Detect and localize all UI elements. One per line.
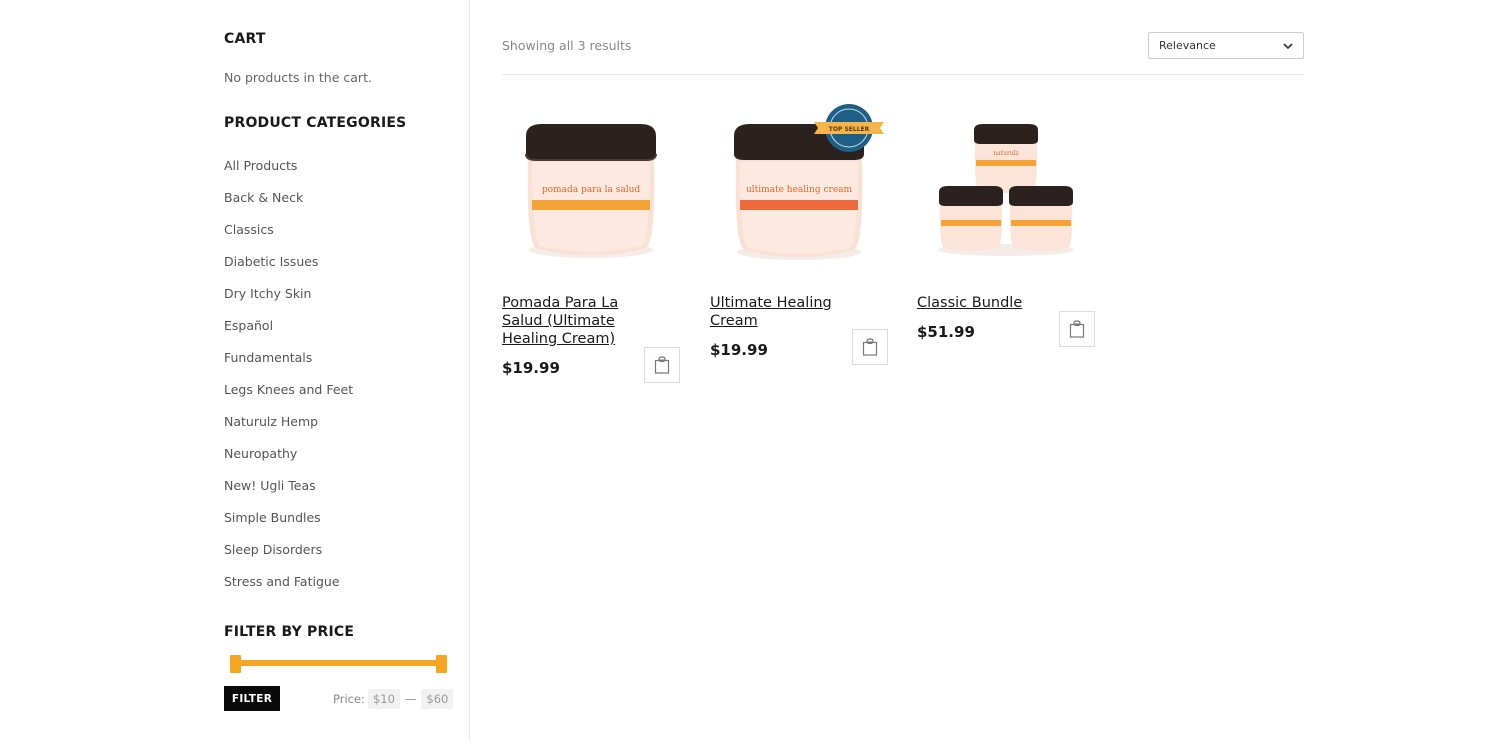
product-price: $19.99: [710, 341, 768, 359]
product-card: naturulz Classic Bundle $51.99: [917, 100, 1095, 347]
category-link-classics[interactable]: Classics: [224, 222, 274, 237]
product-card: ultimate healing cream TOP SELLER Ultima…: [710, 100, 888, 365]
category-item: New! Ugli Teas: [224, 478, 353, 510]
shopping-bag-icon: [862, 338, 878, 356]
category-link-stress-fatigue[interactable]: Stress and Fatigue: [224, 574, 340, 589]
category-link-back-neck[interactable]: Back & Neck: [224, 190, 303, 205]
jar-label-text: naturulz: [993, 150, 1019, 157]
category-item: Simple Bundles: [224, 510, 353, 542]
sort-select[interactable]: Relevance: [1148, 32, 1304, 59]
cart-empty-message: No products in the cart.: [224, 70, 372, 85]
product-listing: Showing all 3 results Relevance pomada p…: [502, 0, 1304, 740]
category-item: Classics: [224, 222, 353, 254]
category-link-ugli-teas[interactable]: New! Ugli Teas: [224, 478, 316, 493]
product-title[interactable]: Ultimate Healing Cream: [710, 294, 850, 330]
price-range-dash: —: [404, 691, 417, 706]
sort-selected-value: Relevance: [1159, 39, 1216, 52]
category-link-legs-knees-feet[interactable]: Legs Knees and Feet: [224, 382, 353, 397]
filter-button[interactable]: FILTER: [224, 686, 280, 711]
product-title[interactable]: Pomada Para La Salud (Ultimate Healing C…: [502, 294, 642, 348]
sidebar: CART No products in the cart. PRODUCT CA…: [224, 0, 469, 740]
category-item: Stress and Fatigue: [224, 574, 353, 606]
product-image[interactable]: ultimate healing cream TOP SELLER: [710, 100, 888, 278]
category-link-sleep-disorders[interactable]: Sleep Disorders: [224, 542, 322, 557]
price-label: Price:: [333, 691, 365, 706]
categories-widget-title: PRODUCT CATEGORIES: [224, 115, 407, 131]
price-filter-title: FILTER BY PRICE: [224, 624, 355, 640]
top-seller-badge-text: TOP SELLER: [829, 126, 870, 133]
product-image[interactable]: naturulz: [917, 100, 1095, 278]
listing-divider: [502, 74, 1304, 75]
sidebar-divider: [469, 0, 470, 740]
category-item: Sleep Disorders: [224, 542, 353, 574]
category-item: Naturulz Hemp: [224, 414, 353, 446]
shopping-bag-icon: [654, 356, 670, 374]
price-slider-min-handle[interactable]: [230, 655, 241, 673]
category-link-simple-bundles[interactable]: Simple Bundles: [224, 510, 321, 525]
product-card: pomada para la salud Pomada Para La Salu…: [502, 100, 680, 383]
cart-widget-title: CART: [224, 31, 266, 47]
price-slider-track: [236, 660, 441, 666]
category-link-espanol[interactable]: Español: [224, 318, 273, 333]
category-link-naturulz-hemp[interactable]: Naturulz Hemp: [224, 414, 318, 429]
category-item: Español: [224, 318, 353, 350]
category-link-dry-itchy-skin[interactable]: Dry Itchy Skin: [224, 286, 311, 301]
category-item: All Products: [224, 158, 353, 190]
category-list: All Products Back & Neck Classics Diabet…: [224, 158, 353, 606]
product-title[interactable]: Classic Bundle: [917, 294, 1057, 312]
add-to-cart-button[interactable]: [1059, 311, 1095, 347]
category-item: Diabetic Issues: [224, 254, 353, 286]
category-item: Legs Knees and Feet: [224, 382, 353, 414]
jar-label-text: ultimate healing cream: [746, 185, 853, 195]
add-to-cart-button[interactable]: [644, 347, 680, 383]
product-price: $51.99: [917, 323, 975, 341]
price-max-value: $60: [421, 688, 454, 709]
category-item: Back & Neck: [224, 190, 353, 222]
jar-label-text: pomada para la salud: [542, 185, 640, 195]
product-price: $19.99: [502, 359, 560, 377]
result-count: Showing all 3 results: [502, 38, 632, 53]
category-link-diabetic-issues[interactable]: Diabetic Issues: [224, 254, 318, 269]
category-item: Dry Itchy Skin: [224, 286, 353, 318]
price-slider[interactable]: [230, 655, 447, 673]
add-to-cart-button[interactable]: [852, 329, 888, 365]
cream-jar-image: pomada para la salud: [525, 124, 657, 258]
category-link-fundamentals[interactable]: Fundamentals: [224, 350, 312, 365]
product-image[interactable]: pomada para la salud: [502, 100, 680, 278]
cream-jar-image: ultimate healing cream TOP SELLER: [734, 104, 884, 260]
price-min-value: $10: [367, 688, 400, 709]
price-range-display: Price: $10 — $60: [333, 686, 456, 711]
category-link-all-products[interactable]: All Products: [224, 158, 297, 173]
category-link-neuropathy[interactable]: Neuropathy: [224, 446, 297, 461]
category-item: Neuropathy: [224, 446, 353, 478]
cream-jar-bundle-image: naturulz: [938, 124, 1074, 256]
price-slider-max-handle[interactable]: [436, 655, 447, 673]
shopping-bag-icon: [1069, 320, 1085, 338]
category-item: Fundamentals: [224, 350, 353, 382]
chevron-down-icon: [1283, 42, 1293, 49]
